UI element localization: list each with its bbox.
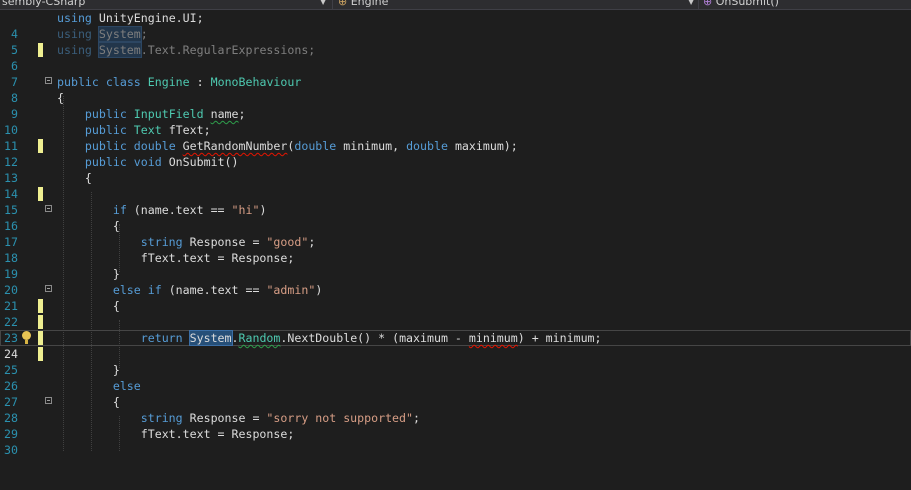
error-squiggle: minimum xyxy=(468,331,518,345)
code-text: fText.text = Response; xyxy=(140,251,295,265)
code-line[interactable]: 20 } xyxy=(0,266,911,297)
code-line[interactable]: 14 { xyxy=(0,170,911,201)
project-dropdown-label: sembly-CSharp xyxy=(2,0,86,8)
code-line[interactable]: 5 using System; xyxy=(0,26,911,57)
code-line[interactable]: 22 { xyxy=(0,298,911,329)
line-number: 30 xyxy=(4,443,18,457)
lightbulb-icon[interactable] xyxy=(22,331,31,344)
change-marker xyxy=(38,315,43,329)
collapse-icon[interactable] xyxy=(45,285,52,292)
warning-squiggle: Random xyxy=(238,331,281,345)
code-line[interactable]: 26 } xyxy=(0,362,911,393)
project-dropdown[interactable]: sembly-CSharp ▼ xyxy=(2,0,330,9)
code-line[interactable]: 21 else if (name.text == "admin") xyxy=(0,282,911,313)
collapse-icon[interactable] xyxy=(45,397,52,404)
code-line[interactable]: 11 public Text fText; xyxy=(0,122,911,153)
member-dropdown[interactable]: ⊕ OnSubmit() xyxy=(703,0,911,9)
code-text: using UnityEngine.UI; xyxy=(57,11,204,25)
chevron-down-icon: ▼ xyxy=(320,0,327,6)
code-line[interactable]: 13 public void OnSubmit() xyxy=(0,154,911,185)
code-line[interactable]: 16 if (name.text == "hi") xyxy=(0,202,911,233)
code-text: using System; xyxy=(57,26,148,42)
change-marker xyxy=(38,331,43,345)
change-marker xyxy=(38,139,43,153)
change-marker xyxy=(38,187,43,201)
code-text: public void OnSubmit() xyxy=(84,155,239,169)
method-icon: ⊕ xyxy=(703,0,713,8)
symbol-highlight: System xyxy=(97,42,142,58)
code-text: fText.text = Response; xyxy=(140,427,295,441)
symbol-highlight: System xyxy=(188,330,233,346)
class-dropdown-label: Engine xyxy=(350,0,389,8)
code-text: { xyxy=(112,299,120,313)
code-text: public InputField name; xyxy=(84,107,246,121)
nav-divider xyxy=(332,0,333,9)
member-dropdown-label: OnSubmit() xyxy=(715,0,779,8)
code-line[interactable]: 29 string Response = "sorry not supporte… xyxy=(0,410,911,441)
code-line[interactable]: 17 { xyxy=(0,218,911,249)
code-line[interactable]: 15 xyxy=(0,186,911,217)
code-line[interactable]: 12 public double GetRandomNumber(double … xyxy=(0,138,911,169)
code-line[interactable]: 25 xyxy=(0,346,911,377)
code-text: string Response = "sorry not supported"; xyxy=(140,411,420,425)
warning-squiggle: name xyxy=(210,107,239,121)
code-text: { xyxy=(84,171,92,185)
code-line[interactable]: 4 using UnityEngine.UI; xyxy=(0,10,911,41)
code-line-current[interactable]: 24 return System.Random.NextDouble() * (… xyxy=(0,330,911,361)
code-text: public class Engine : MonoBehaviour xyxy=(57,75,302,89)
code-line[interactable]: 19 fText.text = Response; xyxy=(0,250,911,281)
symbol-highlight: System xyxy=(97,26,142,42)
collapse-icon[interactable] xyxy=(45,77,52,84)
collapse-icon[interactable] xyxy=(45,205,52,212)
error-squiggle: GetRandomNumber xyxy=(182,139,288,153)
code-text: { xyxy=(112,219,120,233)
code-line[interactable]: 8 public class Engine : MonoBehaviour xyxy=(0,74,911,105)
change-marker xyxy=(38,299,43,313)
code-text: { xyxy=(112,395,120,409)
code-line[interactable]: 6 using System.Text.RegularExpressions; xyxy=(0,42,911,73)
code-line[interactable]: 18 string Response = "good"; xyxy=(0,234,911,265)
change-marker xyxy=(38,347,43,361)
code-text: using System.Text.RegularExpressions; xyxy=(57,42,316,58)
code-line[interactable]: 27 else xyxy=(0,378,911,409)
class-icon: ⊕ xyxy=(338,0,348,8)
code-text: } xyxy=(112,363,120,377)
code-text: string Response = "good"; xyxy=(140,235,316,249)
change-marker xyxy=(38,43,43,57)
code-line[interactable]: 30 fText.text = Response; xyxy=(0,426,911,457)
code-line[interactable]: 7 xyxy=(0,58,911,89)
code-text: } xyxy=(112,267,120,281)
code-text: else if (name.text == "admin") xyxy=(112,283,323,297)
code-line[interactable]: 9 { xyxy=(0,90,911,121)
class-dropdown[interactable]: ⊕ Engine ▼ xyxy=(338,0,698,9)
nav-divider xyxy=(698,0,699,9)
code-text: public Text fText; xyxy=(84,123,211,137)
chevron-down-icon: ▼ xyxy=(688,0,695,6)
code-text: public double GetRandomNumber(double min… xyxy=(84,139,518,153)
navigation-bar: sembly-CSharp ▼ ⊕ Engine ▼ ⊕ OnSubmit() xyxy=(0,0,911,10)
code-line[interactable]: 10 public InputField name; xyxy=(0,106,911,137)
code-text: else xyxy=(112,379,141,393)
code-text: { xyxy=(57,91,64,105)
code-line[interactable]: 23 xyxy=(0,314,911,345)
code-line[interactable]: 28 { xyxy=(0,394,911,425)
code-editor[interactable]: 4 using UnityEngine.UI; 5 using System; … xyxy=(0,10,911,457)
code-text: return System.Random.NextDouble() * (max… xyxy=(140,330,602,346)
code-text: if (name.text == "hi") xyxy=(112,203,267,217)
